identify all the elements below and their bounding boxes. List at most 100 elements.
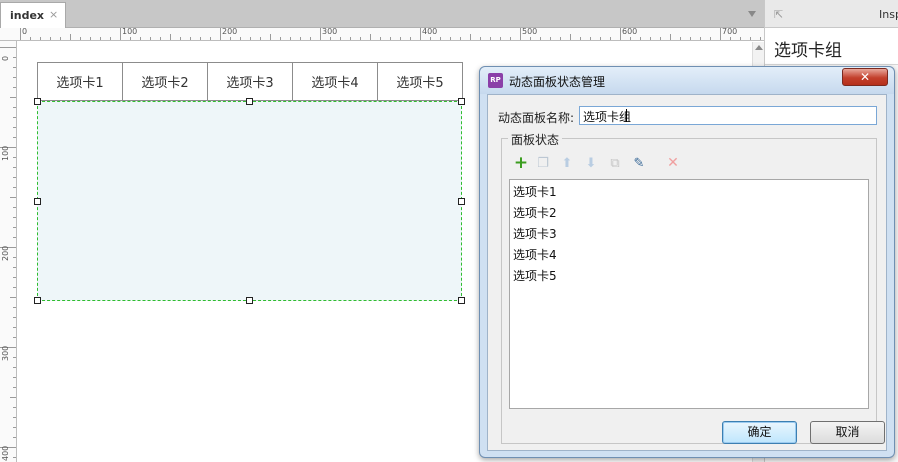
ruler-tick (550, 37, 551, 40)
ruler-tick (470, 34, 471, 40)
dialog-title: 动态面板状态管理 (509, 75, 606, 89)
ruler-tick (13, 267, 16, 268)
ruler-tick (620, 28, 621, 40)
resize-handle-bottom[interactable] (246, 297, 253, 304)
ruler-tick (13, 357, 16, 358)
ok-button[interactable]: 确定 (722, 421, 797, 444)
ruler-tick (13, 127, 16, 128)
ruler-tick (13, 337, 16, 338)
ruler-tick (400, 37, 401, 40)
resize-handle-bottom-left[interactable] (34, 297, 41, 304)
tab-dropdown-icon[interactable] (748, 11, 756, 17)
canvas-tab-5[interactable]: 选项卡5 (377, 62, 463, 101)
state-list[interactable]: 选项卡1 选项卡2 选项卡3 选项卡4 选项卡5 (509, 179, 869, 409)
ruler-label: 500 (522, 28, 538, 36)
resize-handle-right[interactable] (458, 198, 465, 205)
ruler-tick (13, 417, 16, 418)
resize-handle-top-right[interactable] (458, 98, 465, 105)
ruler-tick (220, 28, 221, 40)
ruler-tick (10, 197, 16, 198)
ruler-tick (13, 227, 16, 228)
ruler-tick (410, 37, 411, 40)
ruler-tick (70, 34, 71, 40)
ruler-tick (380, 37, 381, 40)
close-tab-icon[interactable]: × (49, 8, 58, 21)
state-item-2[interactable]: 选项卡2 (513, 204, 557, 221)
ruler-label: 0 (1, 55, 10, 61)
ruler-tick (60, 37, 61, 40)
ruler-tick (280, 37, 281, 40)
canvas-tab-1[interactable]: 选项卡1 (37, 62, 123, 101)
ruler-tick (13, 427, 16, 428)
state-item-1[interactable]: 选项卡1 (513, 183, 557, 200)
ruler-tick (610, 37, 611, 40)
ruler-tick (540, 37, 541, 40)
panel-name-label: 动态面板名称: (498, 111, 575, 125)
resize-handle-top[interactable] (246, 98, 253, 105)
ruler-tick (13, 137, 16, 138)
canvas-tab-4[interactable]: 选项卡4 (292, 62, 378, 101)
edit-icon[interactable]: ✎ (630, 154, 648, 172)
canvas-tab-2[interactable]: 选项卡2 (122, 62, 208, 101)
ruler-tick (290, 37, 291, 40)
dynamic-panel[interactable] (37, 101, 462, 301)
app-icon: RP (488, 73, 503, 88)
ruler-tick (690, 37, 691, 40)
move-up-icon[interactable]: ⬆ (558, 154, 576, 172)
dialog-titlebar[interactable]: RP 动态面板状态管理 ✕ (480, 67, 894, 94)
ruler-tick (13, 67, 16, 68)
add-icon[interactable]: + (512, 153, 530, 173)
ruler-label: 200 (222, 28, 238, 36)
ruler-tick (680, 37, 681, 40)
ruler-tick (580, 37, 581, 40)
ruler-tick (260, 37, 261, 40)
widget-name-heading: 选项卡组 (774, 41, 842, 61)
duplicate-icon[interactable]: ❐ (534, 154, 552, 172)
ruler-tick (370, 34, 371, 40)
ruler-tick (560, 37, 561, 40)
ruler-tick (13, 307, 16, 308)
delete-icon[interactable]: ✕ (664, 154, 682, 172)
ruler-tick (530, 37, 531, 40)
state-item-5[interactable]: 选项卡5 (513, 267, 557, 284)
scroll-up-icon[interactable] (755, 45, 763, 50)
ruler-tick (13, 107, 16, 108)
pin-icon[interactable]: ⇱ (774, 8, 783, 21)
close-dialog-button[interactable]: ✕ (842, 68, 888, 86)
ruler-tick (520, 28, 521, 40)
resize-handle-bottom-right[interactable] (458, 297, 465, 304)
move-down-icon[interactable]: ⬇ (582, 154, 600, 172)
ruler-label: 0 (22, 28, 28, 36)
ruler-tick (460, 37, 461, 40)
cancel-button[interactable]: 取消 (810, 421, 885, 444)
canvas-tab-3[interactable]: 选项卡3 (207, 62, 293, 101)
inspector-title: Inspector (879, 8, 898, 21)
panel-name-input[interactable]: 选项卡组 (579, 106, 877, 125)
ruler-tick (440, 37, 441, 40)
resize-handle-left[interactable] (34, 198, 41, 205)
ruler-tick (590, 37, 591, 40)
ruler-tick (100, 37, 101, 40)
document-tab-index[interactable]: index × (0, 2, 66, 28)
ruler-tick (120, 28, 121, 40)
resize-handle-top-left[interactable] (34, 98, 41, 105)
ruler-tick (30, 37, 31, 40)
ruler-tick (670, 34, 671, 40)
copy-icon[interactable]: ⧉ (606, 154, 624, 172)
panel-states-group: 面板状态 + ❐ ⬆ ⬇ ⧉ ✎ ✕ 选项卡1 选项卡2 选项卡3 选项卡4 选… (501, 131, 877, 444)
ruler-tick (13, 157, 16, 158)
ruler-label: 700 (722, 28, 738, 36)
ruler-tick (190, 37, 191, 40)
ruler-tick (480, 37, 481, 40)
ruler-tick (250, 37, 251, 40)
ruler-tick (13, 77, 16, 78)
horizontal-ruler: 0 100 200 300 400 500 600 700 (0, 28, 764, 41)
state-item-3[interactable]: 选项卡3 (513, 225, 557, 242)
ruler-tick (270, 34, 271, 40)
ruler-label: 100 (122, 28, 138, 36)
ruler-tick (13, 457, 16, 458)
ruler-tick (13, 317, 16, 318)
state-item-4[interactable]: 选项卡4 (513, 246, 557, 263)
ruler-tick (0, 47, 16, 48)
ruler-tick (90, 37, 91, 40)
